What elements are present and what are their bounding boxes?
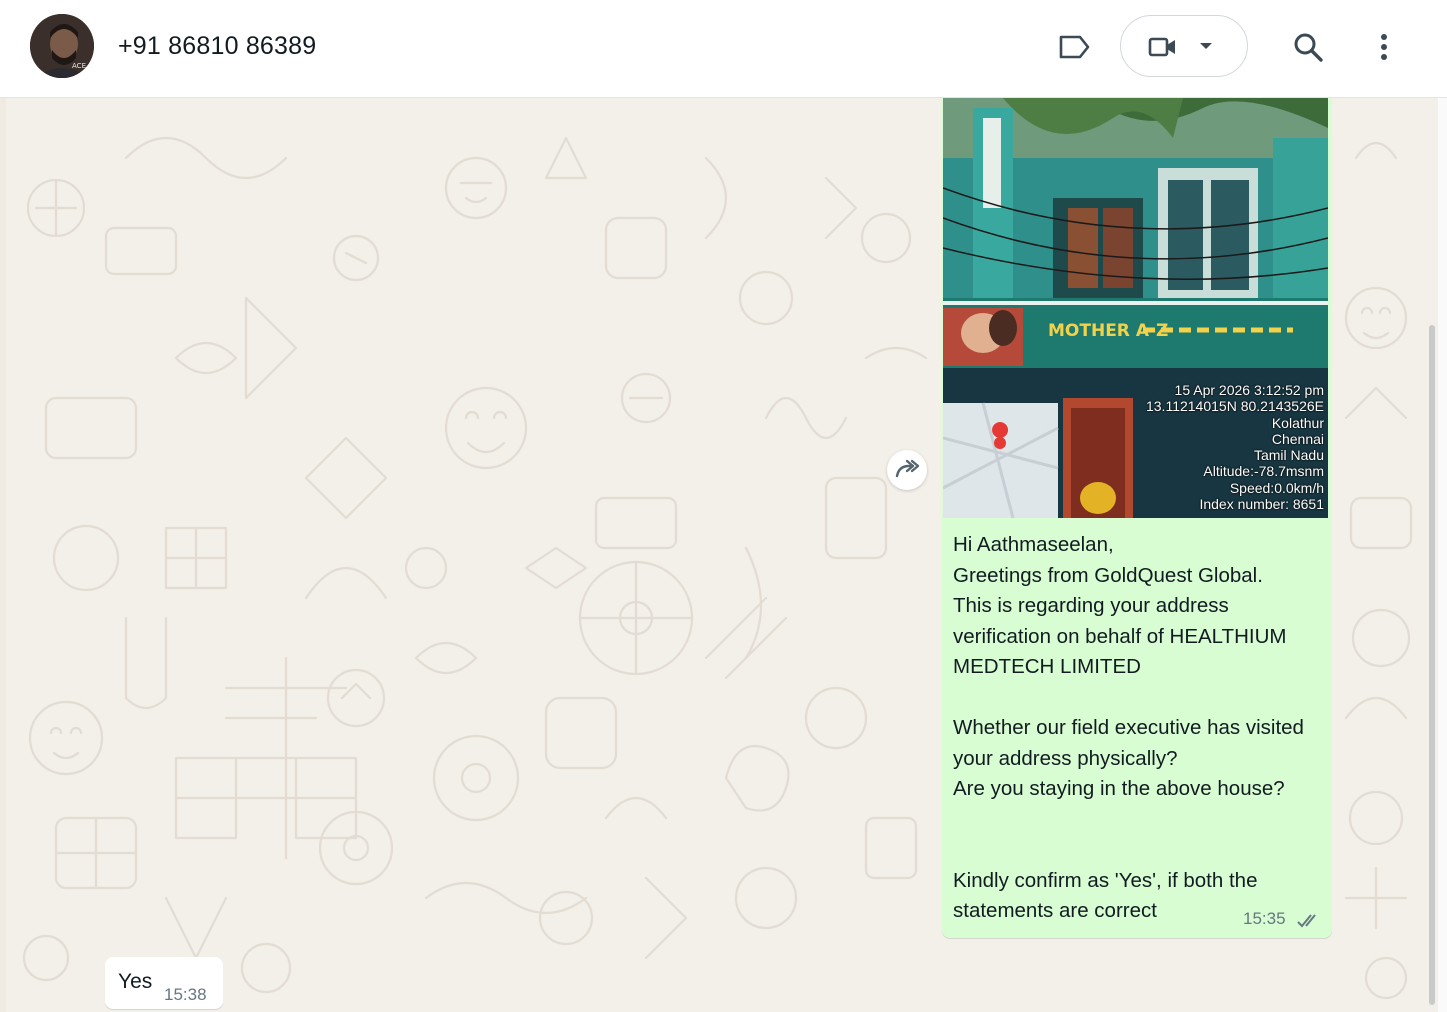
scrollbar-track[interactable] <box>1438 98 1447 1012</box>
video-camera-icon[interactable] <box>1143 30 1183 64</box>
video-call-button[interactable] <box>1120 15 1248 77</box>
double-check-icon <box>1296 912 1322 935</box>
chevron-down-icon[interactable] <box>1196 36 1216 56</box>
stamp-altitude: Altitude:-78.7msnm <box>1203 463 1324 480</box>
stamp-index: Index number: 8651 <box>1199 496 1324 513</box>
stamp-coordinates: 13.11214015N 80.2143526E <box>1145 398 1324 415</box>
stamp-state: Tamil Nadu <box>1253 447 1324 464</box>
label-icon[interactable] <box>1054 28 1094 66</box>
photo-location-stamp: 15 Apr 2026 3:12:52 pm 13.11214015N 80.2… <box>1146 382 1324 512</box>
chat-header: ACE +91 86810 86389 <box>0 0 1447 98</box>
more-vertical-icon[interactable] <box>1370 27 1398 67</box>
incoming-message-time: 15:38 <box>164 985 207 1004</box>
forward-icon <box>895 459 920 478</box>
scrollbar-thumb[interactable] <box>1429 325 1435 1005</box>
stamp-datetime: 15 Apr 2026 3:12:52 pm <box>1174 382 1324 398</box>
avatar-photo: ACE <box>30 14 94 78</box>
avatar-label: ACE <box>72 62 86 70</box>
search-icon[interactable] <box>1288 27 1328 67</box>
incoming-message-text: Yes <box>118 970 153 993</box>
stamp-speed: Speed:0.0km/h <box>1229 479 1324 496</box>
stamp-city: Chennai <box>1271 430 1324 447</box>
contact-name[interactable]: +91 86810 86389 <box>118 32 316 61</box>
outgoing-message-time: 15:35 <box>1243 909 1286 928</box>
message-photo[interactable]: MOTHER A-Z 15 Apr 2026 3:12:52 pm 13.112… <box>943 98 1328 518</box>
contact-avatar[interactable]: ACE <box>30 14 94 78</box>
stamp-locality: Kolathur <box>1271 414 1324 431</box>
forward-button[interactable] <box>887 450 927 490</box>
outgoing-message-text: Hi Aathmaseelan, Greetings from GoldQues… <box>953 533 1304 922</box>
